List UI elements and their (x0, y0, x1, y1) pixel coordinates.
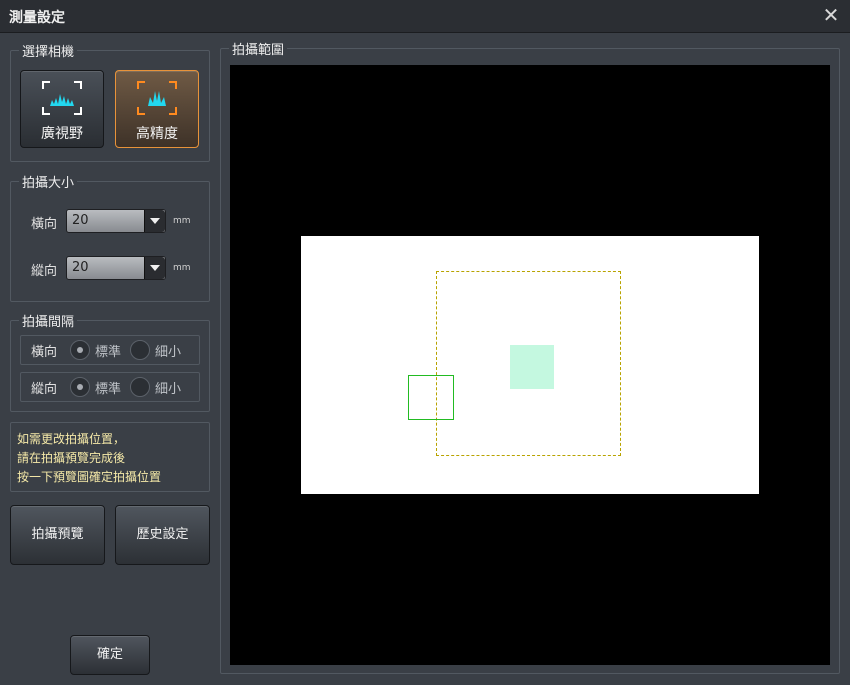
size-horizontal-unit: mm (173, 216, 191, 226)
window-title: 測量設定 (9, 10, 65, 26)
note-line-2: 請在拍攝預覽完成後 (17, 451, 126, 465)
interval-vertical-label: 縱向 (31, 382, 58, 397)
interval-horizontal-row: 橫向 標準 細小 (20, 335, 200, 365)
size-vertical-value: 20 (72, 260, 89, 275)
note-line-3: 按一下預覽圖確定拍攝位置 (17, 470, 162, 484)
interval-vertical-row: 縱向 標準 細小 (20, 372, 200, 402)
camera-select-legend: 選擇相機 (22, 45, 75, 60)
title-bar: 測量設定 ✕ (0, 0, 850, 33)
size-horizontal-label: 橫向 (31, 217, 58, 232)
selection-cursor-box[interactable] (408, 375, 454, 420)
high-precision-label: 高精度 (136, 126, 178, 142)
chevron-down-icon[interactable] (144, 210, 165, 232)
size-horizontal-value: 20 (72, 213, 89, 228)
preview-image-area[interactable] (301, 236, 759, 494)
capture-range-legend: 拍攝範圍 (232, 43, 285, 58)
size-vertical-select[interactable]: 20 (66, 256, 166, 280)
high-precision-button[interactable]: 高精度 (115, 70, 199, 148)
capture-interval-legend: 拍攝間隔 (22, 315, 75, 330)
interval-vertical-fine-label: 細小 (155, 382, 182, 397)
capture-size-group: 拍攝大小 (10, 172, 210, 302)
interval-horizontal-standard-radio[interactable] (70, 340, 90, 360)
wide-view-icon (42, 81, 82, 115)
interval-vertical-standard-label: 標準 (95, 382, 122, 397)
ok-button[interactable]: 確定 (70, 635, 150, 675)
interval-vertical-fine-radio[interactable] (130, 377, 150, 397)
interval-horizontal-fine-radio[interactable] (130, 340, 150, 360)
interval-vertical-standard-radio[interactable] (70, 377, 90, 397)
size-vertical-unit: mm (173, 263, 191, 273)
capture-size-legend: 拍攝大小 (22, 176, 75, 191)
interval-horizontal-fine-label: 細小 (155, 345, 182, 360)
history-settings-button[interactable]: 歷史設定 (115, 505, 210, 565)
target-marker (510, 345, 554, 389)
size-horizontal-select[interactable]: 20 (66, 209, 166, 233)
size-vertical-label: 縱向 (31, 264, 58, 279)
interval-horizontal-label: 橫向 (31, 345, 58, 360)
interval-horizontal-standard-label: 標準 (95, 345, 122, 360)
capture-range-canvas[interactable] (230, 65, 830, 665)
wide-view-label: 廣視野 (41, 126, 83, 142)
capture-preview-button[interactable]: 拍攝預覽 (10, 505, 105, 565)
wide-view-button[interactable]: 廣視野 (20, 70, 104, 148)
note-line-1: 如需更改拍攝位置， (17, 432, 126, 446)
instruction-note: 如需更改拍攝位置， 請在拍攝預覽完成後 按一下預覽圖確定拍攝位置 (10, 422, 210, 492)
chevron-down-icon[interactable] (144, 257, 165, 279)
high-precision-icon (137, 81, 177, 115)
close-icon[interactable]: ✕ (820, 4, 842, 26)
